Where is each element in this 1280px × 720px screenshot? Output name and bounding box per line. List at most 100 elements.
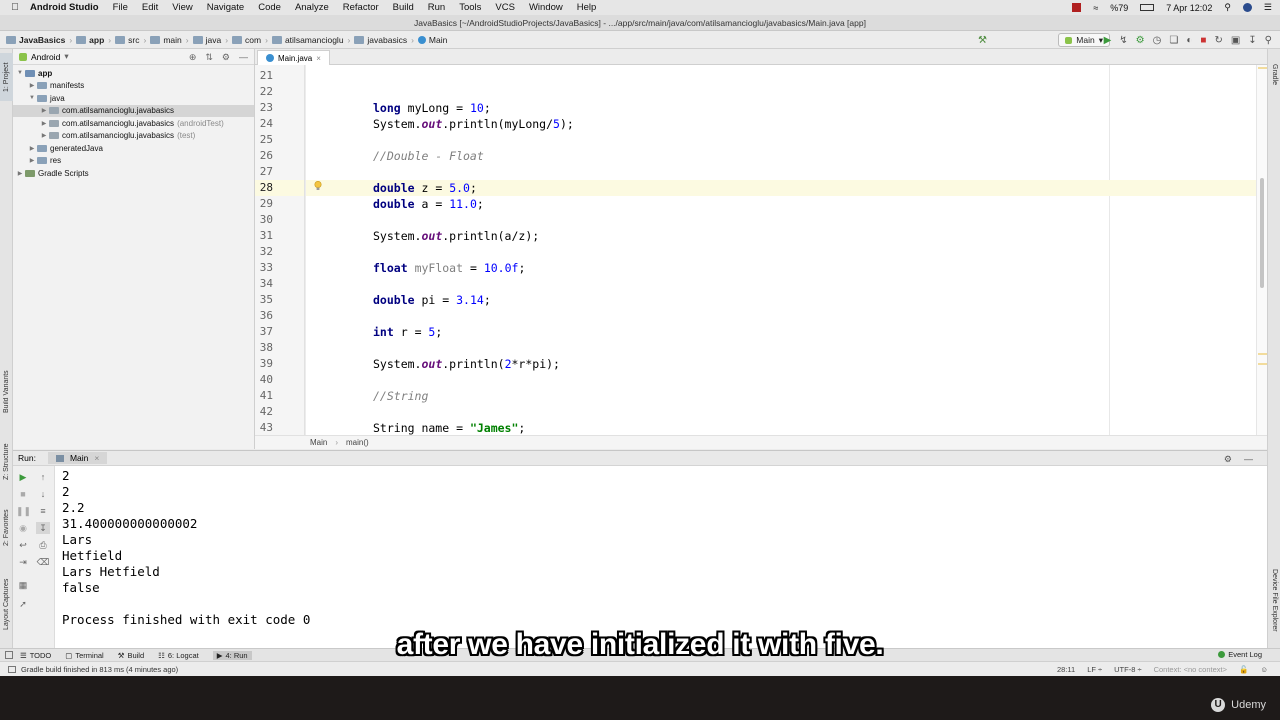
line-number[interactable]: 37 [255, 324, 273, 340]
nav-crumb-app[interactable]: app [76, 35, 104, 45]
scroll-to-end-icon[interactable]: ↧ [36, 522, 50, 534]
pause-icon[interactable]: ❚❚ [16, 505, 31, 517]
gradle-sync-icon[interactable]: ↻ [1214, 35, 1222, 46]
line-number[interactable]: 28 [255, 180, 273, 196]
attach-debugger-icon[interactable]: ❏ [1169, 35, 1178, 46]
line-number[interactable]: 24 [255, 116, 273, 132]
spotlight-icon[interactable]: ⚲ [1224, 2, 1231, 13]
tree-item[interactable]: ▶ com.atilsamancioglu.javabasics (androidT… [13, 117, 254, 130]
status-toggle-icon[interactable] [8, 665, 16, 673]
collapse-all-icon[interactable]: ⇅ [205, 52, 213, 63]
line-number[interactable]: 42 [255, 404, 273, 420]
code-line[interactable]: //String [306, 388, 1256, 404]
lightbulb-icon[interactable] [314, 181, 322, 191]
code-line[interactable] [306, 340, 1256, 356]
tree-item[interactable]: ▶ res [13, 155, 254, 168]
breadcrumb-method[interactable]: main() [346, 438, 369, 447]
code-line[interactable]: double z = 5.0; [306, 180, 1256, 196]
profile-icon[interactable]: ◷ [1153, 35, 1162, 46]
code-line[interactable]: int r = 5; [306, 324, 1256, 340]
code-line[interactable] [306, 164, 1256, 180]
editor-scrollbar[interactable] [1256, 65, 1267, 435]
nav-crumb-src[interactable]: src [115, 35, 139, 45]
minimize-icon[interactable]: — [1244, 454, 1253, 465]
line-number[interactable]: 23 [255, 100, 273, 116]
menu-code[interactable]: Code [258, 2, 281, 13]
code-line[interactable] [306, 404, 1256, 420]
build-hammer-icon[interactable]: ⚒ [978, 35, 987, 46]
code-line[interactable]: System.out.println(a/z); [306, 228, 1256, 244]
code-line[interactable] [306, 276, 1256, 292]
editor-gutter[interactable]: 21 22 23 24 25 26 27 28 29 30 31 32 33 34 35 36 37 38 39 40… [255, 65, 305, 435]
tree-item[interactable]: ▶ generatedJava [13, 142, 254, 155]
run-console-output[interactable]: 2 2 2.2 31.400000000000002 Lars Hetfield Lars … [55, 466, 1267, 648]
down-arrow-icon[interactable]: ↓ [36, 488, 50, 500]
minimize-icon[interactable]: — [239, 52, 248, 63]
code-line[interactable]: //Double - Float [306, 148, 1256, 164]
clock[interactable]: 7 Apr 12:02 [1166, 3, 1212, 13]
line-number[interactable]: 39 [255, 356, 273, 372]
stop-icon[interactable]: ■ [16, 488, 30, 500]
stop-icon[interactable]: ■ [1200, 35, 1206, 46]
chevron-right-icon[interactable]: ▶ [39, 120, 49, 127]
chevron-right-icon[interactable]: ▶ [15, 170, 25, 177]
menu-navigate[interactable]: Navigate [207, 2, 245, 13]
apple-icon[interactable]:  [0, 2, 30, 13]
debug-icon[interactable]: ⚙ [1136, 35, 1145, 46]
run-configuration-select[interactable]: Main ▾ [1058, 33, 1110, 47]
menu-file[interactable]: File [113, 2, 128, 13]
code-line[interactable]: System.out.println(2*r*pi); [306, 356, 1256, 372]
chevron-down-icon[interactable]: ▼ [27, 95, 37, 101]
menu-refactor[interactable]: Refactor [343, 2, 379, 13]
code-line[interactable]: System.out.println(myLong/5); [306, 116, 1256, 132]
lock-icon[interactable]: 🔓 [1239, 665, 1248, 674]
code-line[interactable] [306, 308, 1256, 324]
code-line[interactable] [306, 212, 1256, 228]
close-icon[interactable]: × [316, 54, 321, 63]
menu-edit[interactable]: Edit [142, 2, 158, 13]
tree-item[interactable]: ▶ manifests [13, 80, 254, 93]
chevron-right-icon[interactable]: ▶ [39, 132, 49, 139]
line-number[interactable]: 22 [255, 84, 273, 100]
line-separator[interactable]: LF ÷ [1087, 665, 1102, 674]
scrollbar-thumb[interactable] [1260, 178, 1264, 288]
battery-status[interactable]: %79 [1110, 3, 1128, 13]
line-number[interactable]: 31 [255, 228, 273, 244]
line-number[interactable]: 34 [255, 276, 273, 292]
chevron-right-icon[interactable]: ▶ [27, 157, 37, 164]
code-line[interactable]: double pi = 3.14; [306, 292, 1256, 308]
code-line[interactable]: float myFloat = 10.0f; [306, 260, 1256, 276]
line-number[interactable]: 33 [255, 260, 273, 276]
nav-crumb-main[interactable]: main [150, 35, 182, 45]
favorites-tool-tab[interactable]: 2: Favorites [0, 501, 13, 555]
project-tool-tab[interactable]: 1: Project [0, 53, 13, 101]
tree-item[interactable]: ▼ java [13, 92, 254, 105]
exit-icon[interactable]: ⇥ [16, 556, 30, 568]
tree-item[interactable]: ▼ app [13, 67, 254, 80]
nav-crumb-project[interactable]: JavaBasics [6, 35, 65, 45]
user-icon[interactable] [1242, 3, 1252, 12]
apply-changes-icon[interactable]: ↯ [1119, 35, 1127, 46]
code-editor[interactable]: long myLong = 10; System.out.println(myLo… [306, 65, 1256, 435]
code-line[interactable] [306, 244, 1256, 260]
caret-position[interactable]: 28:11 [1057, 665, 1075, 674]
file-encoding[interactable]: UTF-8 ÷ [1114, 665, 1141, 674]
sdk-manager-icon[interactable]: ↧ [1248, 35, 1256, 46]
line-number[interactable]: 36 [255, 308, 273, 324]
menu-tools[interactable]: Tools [459, 2, 481, 13]
chevron-down-icon[interactable]: ▼ [15, 70, 25, 76]
chevron-right-icon[interactable]: ▶ [39, 107, 49, 114]
line-number[interactable]: 25 [255, 132, 273, 148]
code-line[interactable] [306, 372, 1256, 388]
build-variants-tool-tab[interactable]: Build Variants [0, 361, 13, 423]
structure-tool-tab[interactable]: Z: Structure [0, 435, 13, 489]
menu-window[interactable]: Window [529, 2, 563, 13]
code-line[interactable]: String name = "James"; [306, 420, 1256, 435]
code-line[interactable] [306, 84, 1256, 100]
restore-layout-icon[interactable]: ↩ [16, 539, 30, 551]
camera-icon[interactable]: ◉ [16, 522, 30, 534]
status-message[interactable]: Gradle build finished in 813 ms (4 minut… [21, 665, 178, 674]
notification-center-icon[interactable]: ☰ [1264, 2, 1272, 13]
chevron-down-icon[interactable]: ▾ [64, 51, 68, 62]
pin-icon[interactable]: ➚ [16, 598, 30, 610]
